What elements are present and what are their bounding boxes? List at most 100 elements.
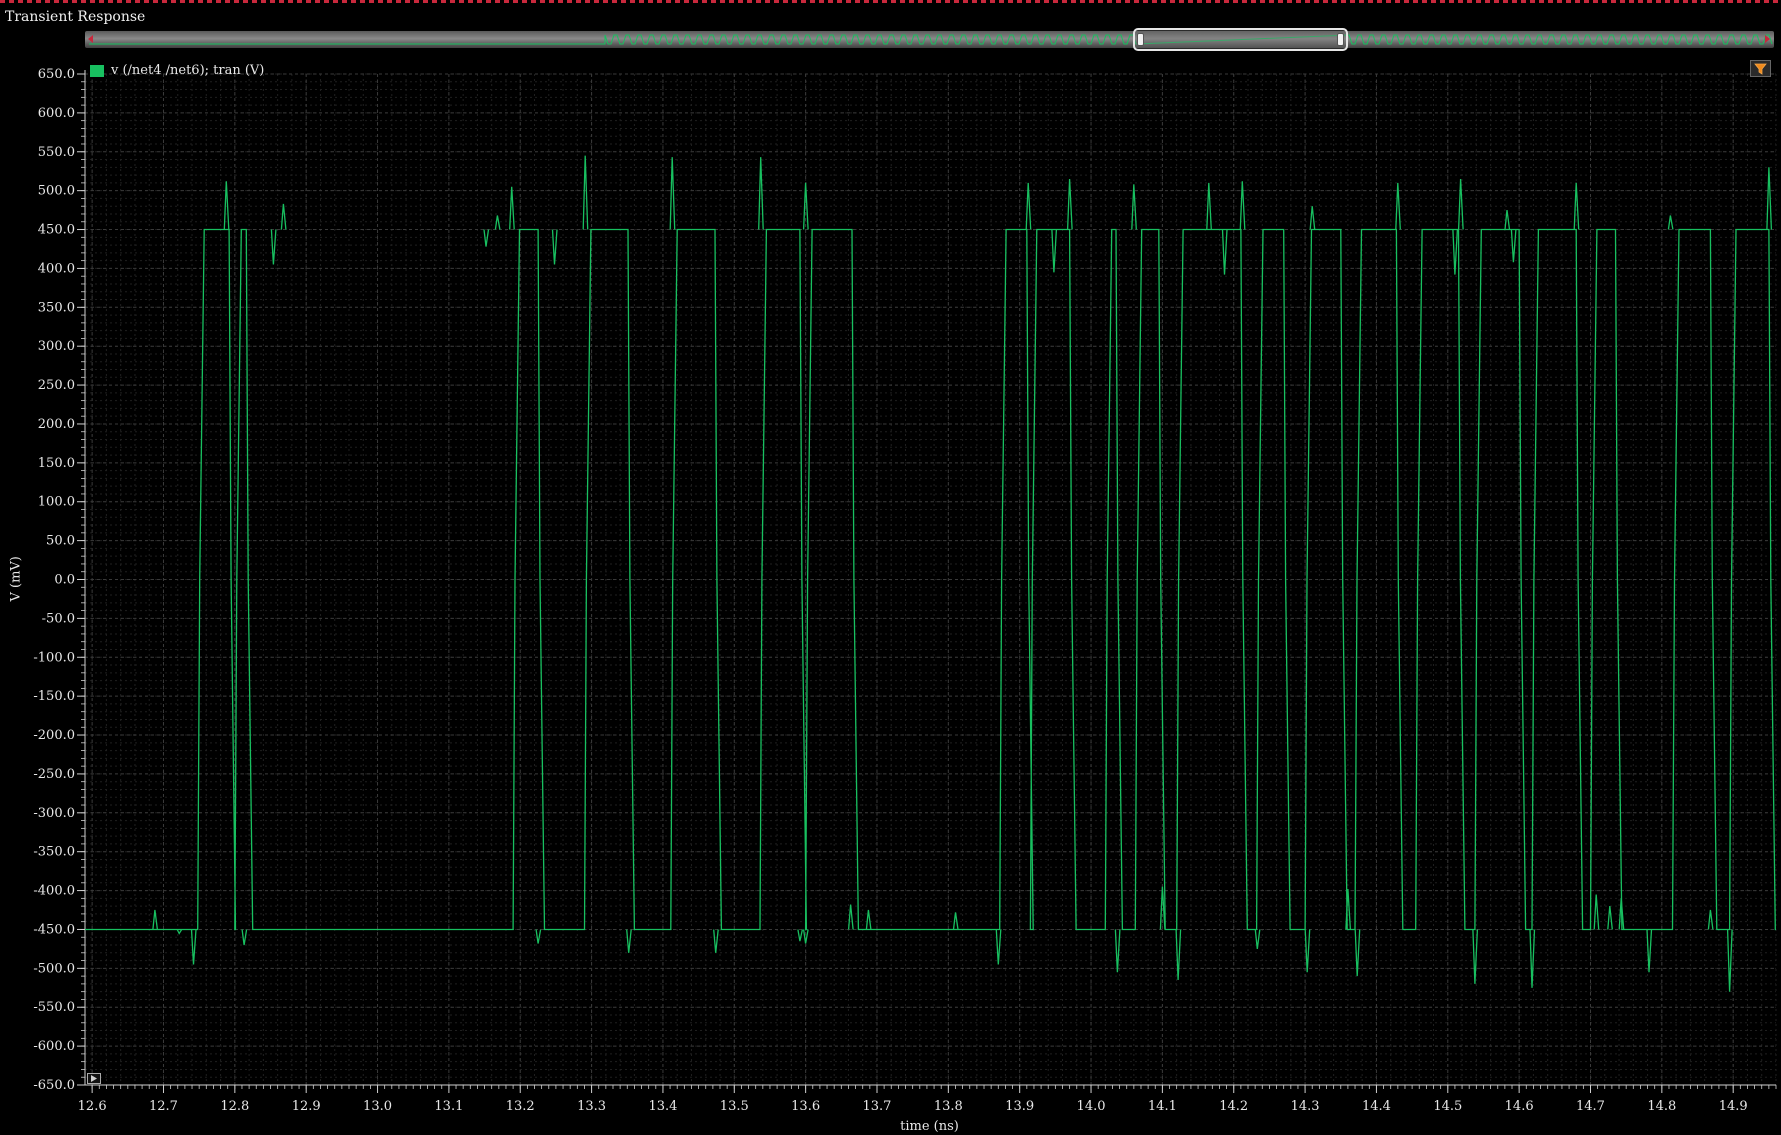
x-tick-label: 14.9: [1719, 1099, 1748, 1114]
waveform-glitch: [223, 181, 230, 230]
y-tick-label: 50.0: [46, 534, 75, 549]
y-tick-label: 300.0: [38, 339, 75, 354]
x-tick-label: 12.7: [149, 1099, 178, 1114]
x-tick-label: 14.1: [1148, 1099, 1177, 1114]
x-tick-label: 13.4: [648, 1099, 677, 1114]
legend-swatch: [90, 64, 104, 77]
y-tick-label: 100.0: [38, 495, 75, 510]
waveform-glitch: [1304, 929, 1311, 973]
waveform-glitch: [865, 909, 872, 930]
waveform-glitch: [1395, 182, 1401, 230]
x-tick-label: 14.8: [1647, 1099, 1676, 1114]
x-tick-label: 13.2: [506, 1099, 535, 1114]
waveform-glitch: [494, 215, 501, 230]
y-axis-label: V (mV): [8, 556, 24, 602]
x-tick-label: 13.6: [791, 1099, 820, 1114]
y-tick-label: 500.0: [38, 184, 75, 199]
waveform-glitch: [669, 157, 676, 230]
waveform-glitch: [1593, 894, 1600, 930]
y-tick-label: 650.0: [38, 67, 75, 82]
y-tick-label: -150.0: [33, 689, 75, 704]
waveform-glitch: [1066, 178, 1073, 230]
waveform-glitch: [1766, 167, 1773, 230]
y-tick-label: -50.0: [42, 611, 75, 626]
legend[interactable]: v (/net4 /net6); tran (V): [90, 63, 264, 78]
y-tick-label: -400.0: [33, 884, 75, 899]
y-tick-label: 600.0: [38, 106, 75, 121]
x-tick-label: 14.3: [1291, 1099, 1320, 1114]
waveform-glitch: [241, 929, 248, 946]
waveform-glitch: [1354, 929, 1361, 977]
waveform-glitch: [1607, 906, 1613, 930]
y-tick-label: 400.0: [38, 261, 75, 276]
y-tick-label: -100.0: [33, 650, 75, 665]
x-tick-label: 13.5: [720, 1099, 749, 1114]
waveform-glitch: [1510, 229, 1517, 263]
waveform-glitch: [995, 929, 1002, 965]
waveform-glitch: [952, 912, 959, 930]
waveform-glitch: [1221, 229, 1228, 275]
waveform-glitch: [582, 155, 589, 230]
waveform-glitch: [1206, 182, 1212, 230]
waveform-glitch: [270, 229, 277, 265]
waveform-glitch: [802, 929, 809, 944]
waveform-glitch: [1707, 909, 1714, 930]
y-tick-label: 0.0: [54, 573, 75, 588]
filter-button[interactable]: [1750, 60, 1771, 77]
filter-icon: [1754, 63, 1767, 75]
waveform-glitch: [551, 229, 558, 265]
waveform-glitch: [1051, 229, 1058, 273]
x-tick-label: 14.2: [1219, 1099, 1248, 1114]
x-axis-label: time (ns): [900, 1119, 959, 1134]
waveform-glitch: [713, 929, 719, 953]
y-tick-label: -550.0: [33, 1000, 75, 1015]
waveform-glitch: [535, 929, 542, 944]
x-tick-label: 13.8: [934, 1099, 963, 1114]
waveform-glitch: [1025, 182, 1032, 230]
y-tick-label: -250.0: [33, 767, 75, 782]
x-tick-label: 14.4: [1362, 1099, 1391, 1114]
waveform-glitch: [847, 904, 854, 930]
waveform-glitch: [1239, 181, 1246, 230]
y-tick-label: -600.0: [33, 1039, 75, 1054]
y-tick-label: -450.0: [33, 922, 75, 937]
x-tick-label: 12.6: [78, 1099, 107, 1114]
waveform-plot[interactable]: 12.6 12.7 12.8 12.9 13.0 13.1 13.2 13.3 13.4 13.5…: [0, 0, 1781, 1135]
waveform-glitch: [280, 203, 287, 230]
y-tick-label: 550.0: [38, 145, 75, 160]
y-tick-label: -500.0: [33, 961, 75, 976]
legend-label: v (/net4 /net6); tran (V): [111, 63, 265, 78]
x-tick-label: 14.5: [1433, 1099, 1462, 1114]
y-tick-label: -300.0: [33, 806, 75, 821]
y-tick-label: 250.0: [38, 378, 75, 393]
x-tick-label: 14.0: [1077, 1099, 1106, 1114]
waveform-glitch: [483, 229, 490, 247]
x-tick-label: 14.6: [1505, 1099, 1534, 1114]
x-tick-label: 13.1: [434, 1099, 463, 1114]
y-tick-label: -350.0: [33, 845, 75, 860]
x-tick-label: 13.0: [363, 1099, 392, 1114]
x-tick-label: 13.9: [1005, 1099, 1034, 1114]
waveform-glitch: [758, 157, 764, 230]
waveform-glitch: [1254, 929, 1261, 949]
expand-button[interactable]: [87, 1073, 101, 1084]
y-tick-label: 200.0: [38, 417, 75, 432]
waveform-glitch: [1504, 210, 1511, 230]
waveform-glitch: [1175, 929, 1182, 981]
waveform-glitch: [152, 909, 159, 930]
waveform-glitch: [1667, 215, 1674, 230]
x-tick-label: 12.8: [220, 1099, 249, 1114]
y-tick-label: -200.0: [33, 728, 75, 743]
expand-arrow-icon: [91, 1075, 97, 1082]
waveform-glitch: [1309, 206, 1316, 230]
y-tick-label: 150.0: [38, 456, 75, 471]
y-tick-label: 450.0: [38, 223, 75, 238]
x-tick-label: 13.3: [577, 1099, 606, 1114]
waveform-glitch: [626, 929, 632, 953]
waveform-glitch: [509, 186, 515, 230]
y-tick-label: 350.0: [38, 300, 75, 315]
x-tick-label: 13.7: [863, 1099, 892, 1114]
x-tick-label: 14.7: [1576, 1099, 1605, 1114]
x-tick-label: 12.9: [292, 1099, 321, 1114]
waveform-glitch: [1131, 184, 1137, 230]
